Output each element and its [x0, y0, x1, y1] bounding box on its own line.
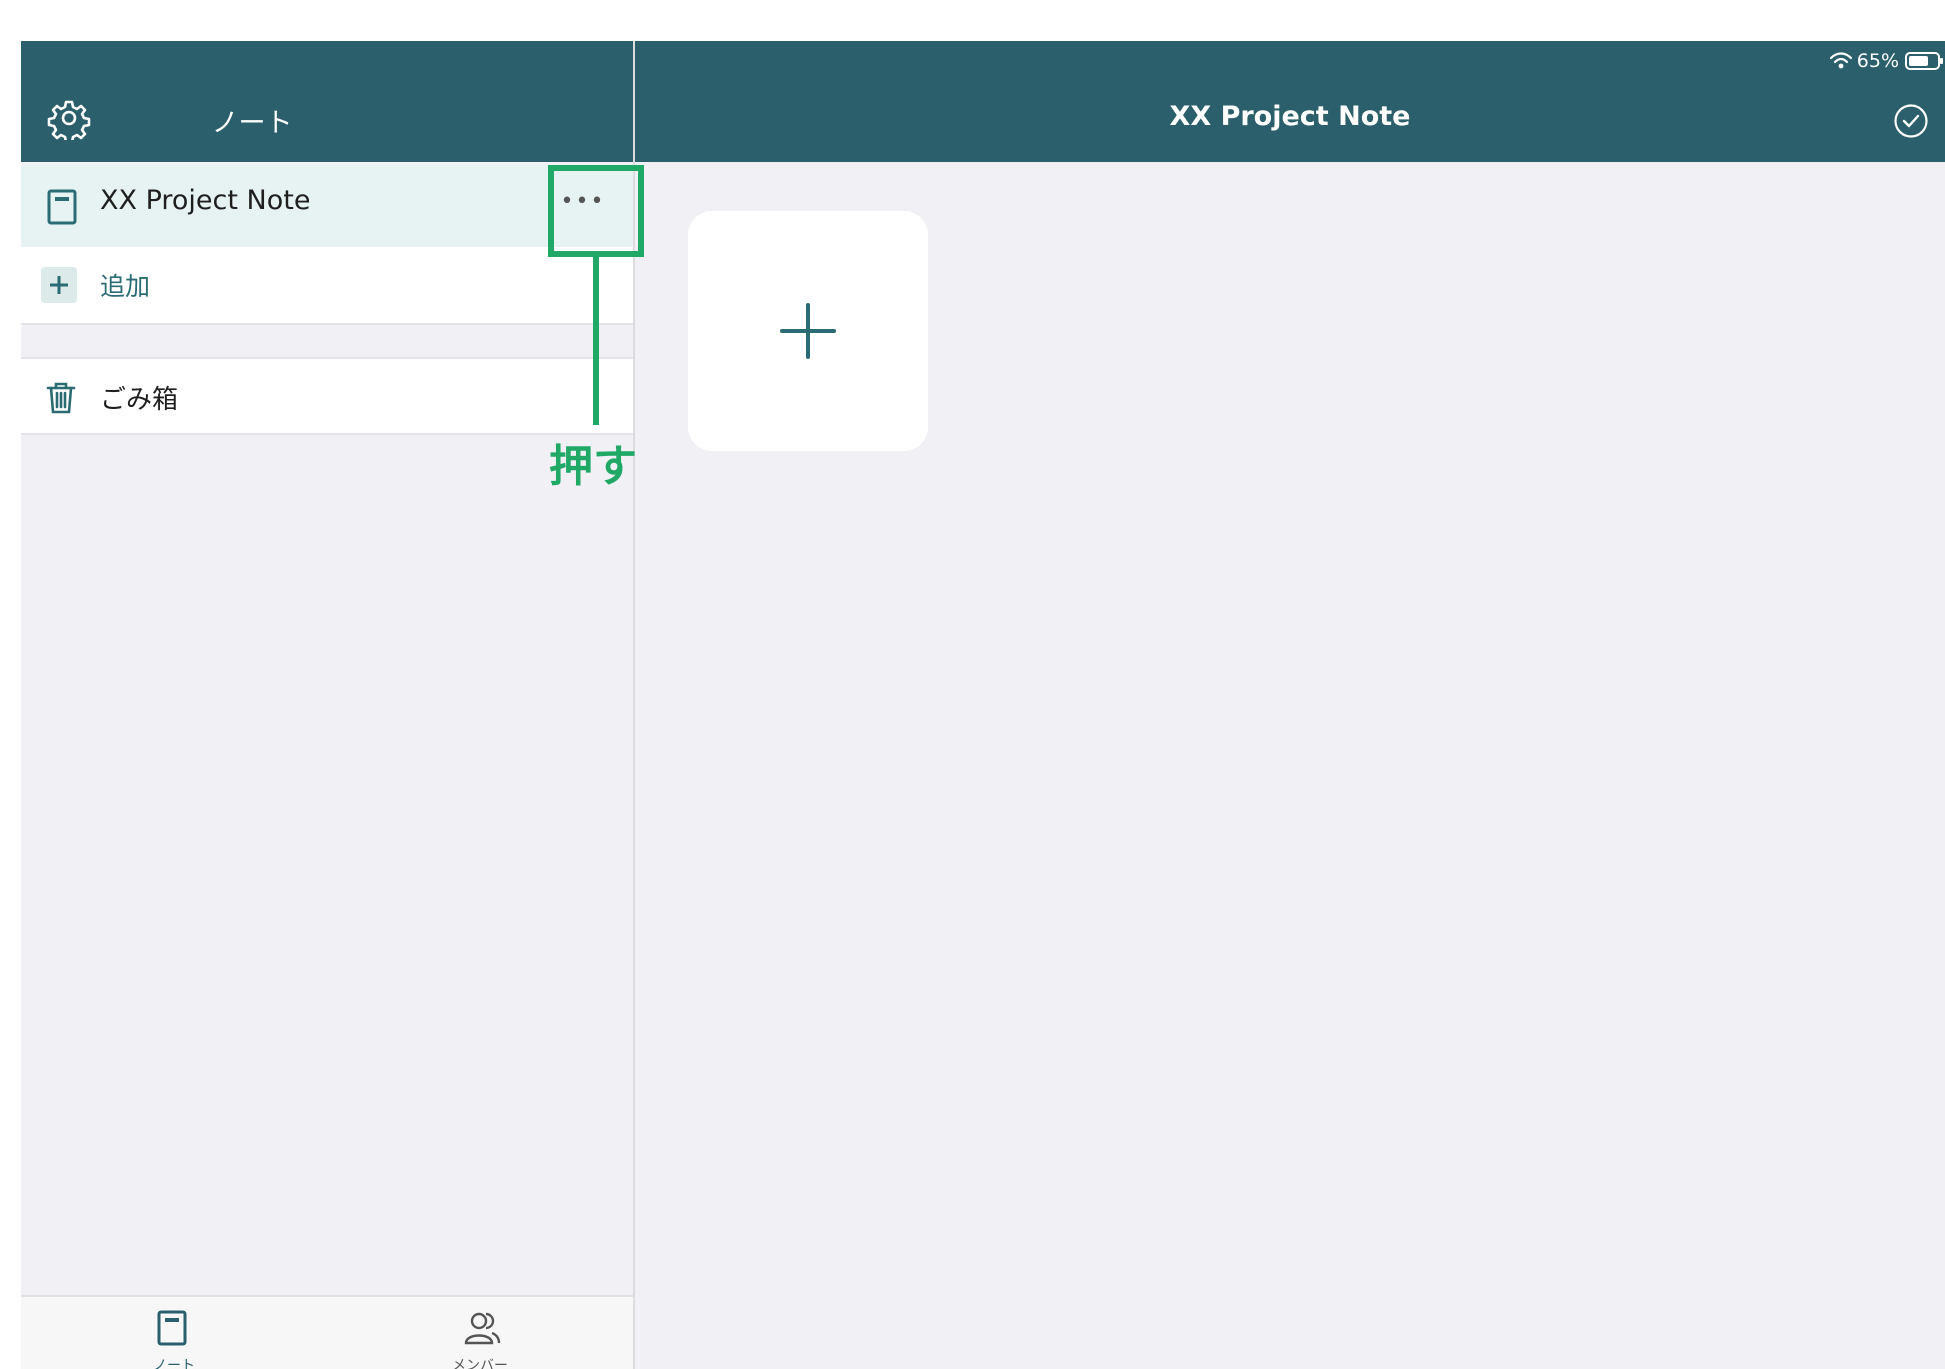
battery-icon — [1905, 52, 1943, 70]
annotation-label: 押す — [549, 441, 637, 492]
plus-icon — [780, 303, 836, 359]
trash-item[interactable]: ごみ箱 — [21, 357, 633, 435]
notebook-icon — [47, 189, 77, 225]
tab-members[interactable]: メンバー — [327, 1297, 633, 1369]
checkmark-circle-icon[interactable] — [1893, 103, 1929, 139]
annotation-leader-line — [593, 257, 599, 425]
add-note-button[interactable]: 追加 — [21, 247, 633, 325]
wifi-icon — [1829, 52, 1852, 69]
annotation-highlight-box — [548, 165, 644, 257]
trash-label: ごみ箱 — [100, 385, 179, 415]
sidebar-header: ノート — [21, 41, 633, 162]
tab-bar: ノート メンバー — [21, 1295, 633, 1369]
add-note-label: 追加 — [100, 272, 151, 301]
note-item-xx-project-note[interactable]: XX Project Note ••• — [21, 165, 633, 247]
page-title: XX Project Note — [1169, 101, 1411, 132]
tab-notes-label: ノート — [153, 1358, 195, 1369]
members-icon — [464, 1312, 501, 1345]
app-window: ノート XX Project Note ••• 追加 ごみ箱 ノート メンバー … — [21, 41, 1945, 1369]
main-header: 65% XX Project Note — [635, 41, 1945, 162]
tab-members-label: メンバー — [452, 1358, 508, 1369]
trash-icon — [46, 382, 76, 414]
main-pane: 65% XX Project Note — [635, 41, 1945, 1369]
status-bar: 65% — [1829, 47, 1945, 75]
note-item-label: XX Project Note — [100, 185, 311, 216]
plus-icon — [41, 267, 77, 303]
add-page-card[interactable] — [688, 211, 928, 451]
tab-notes[interactable]: ノート — [21, 1297, 327, 1369]
battery-percentage: 65% — [1856, 50, 1899, 72]
sidebar-title: ノート — [211, 108, 293, 139]
sidebar: ノート XX Project Note ••• 追加 ごみ箱 ノート メンバー — [21, 41, 635, 1369]
notebook-icon — [157, 1310, 187, 1346]
